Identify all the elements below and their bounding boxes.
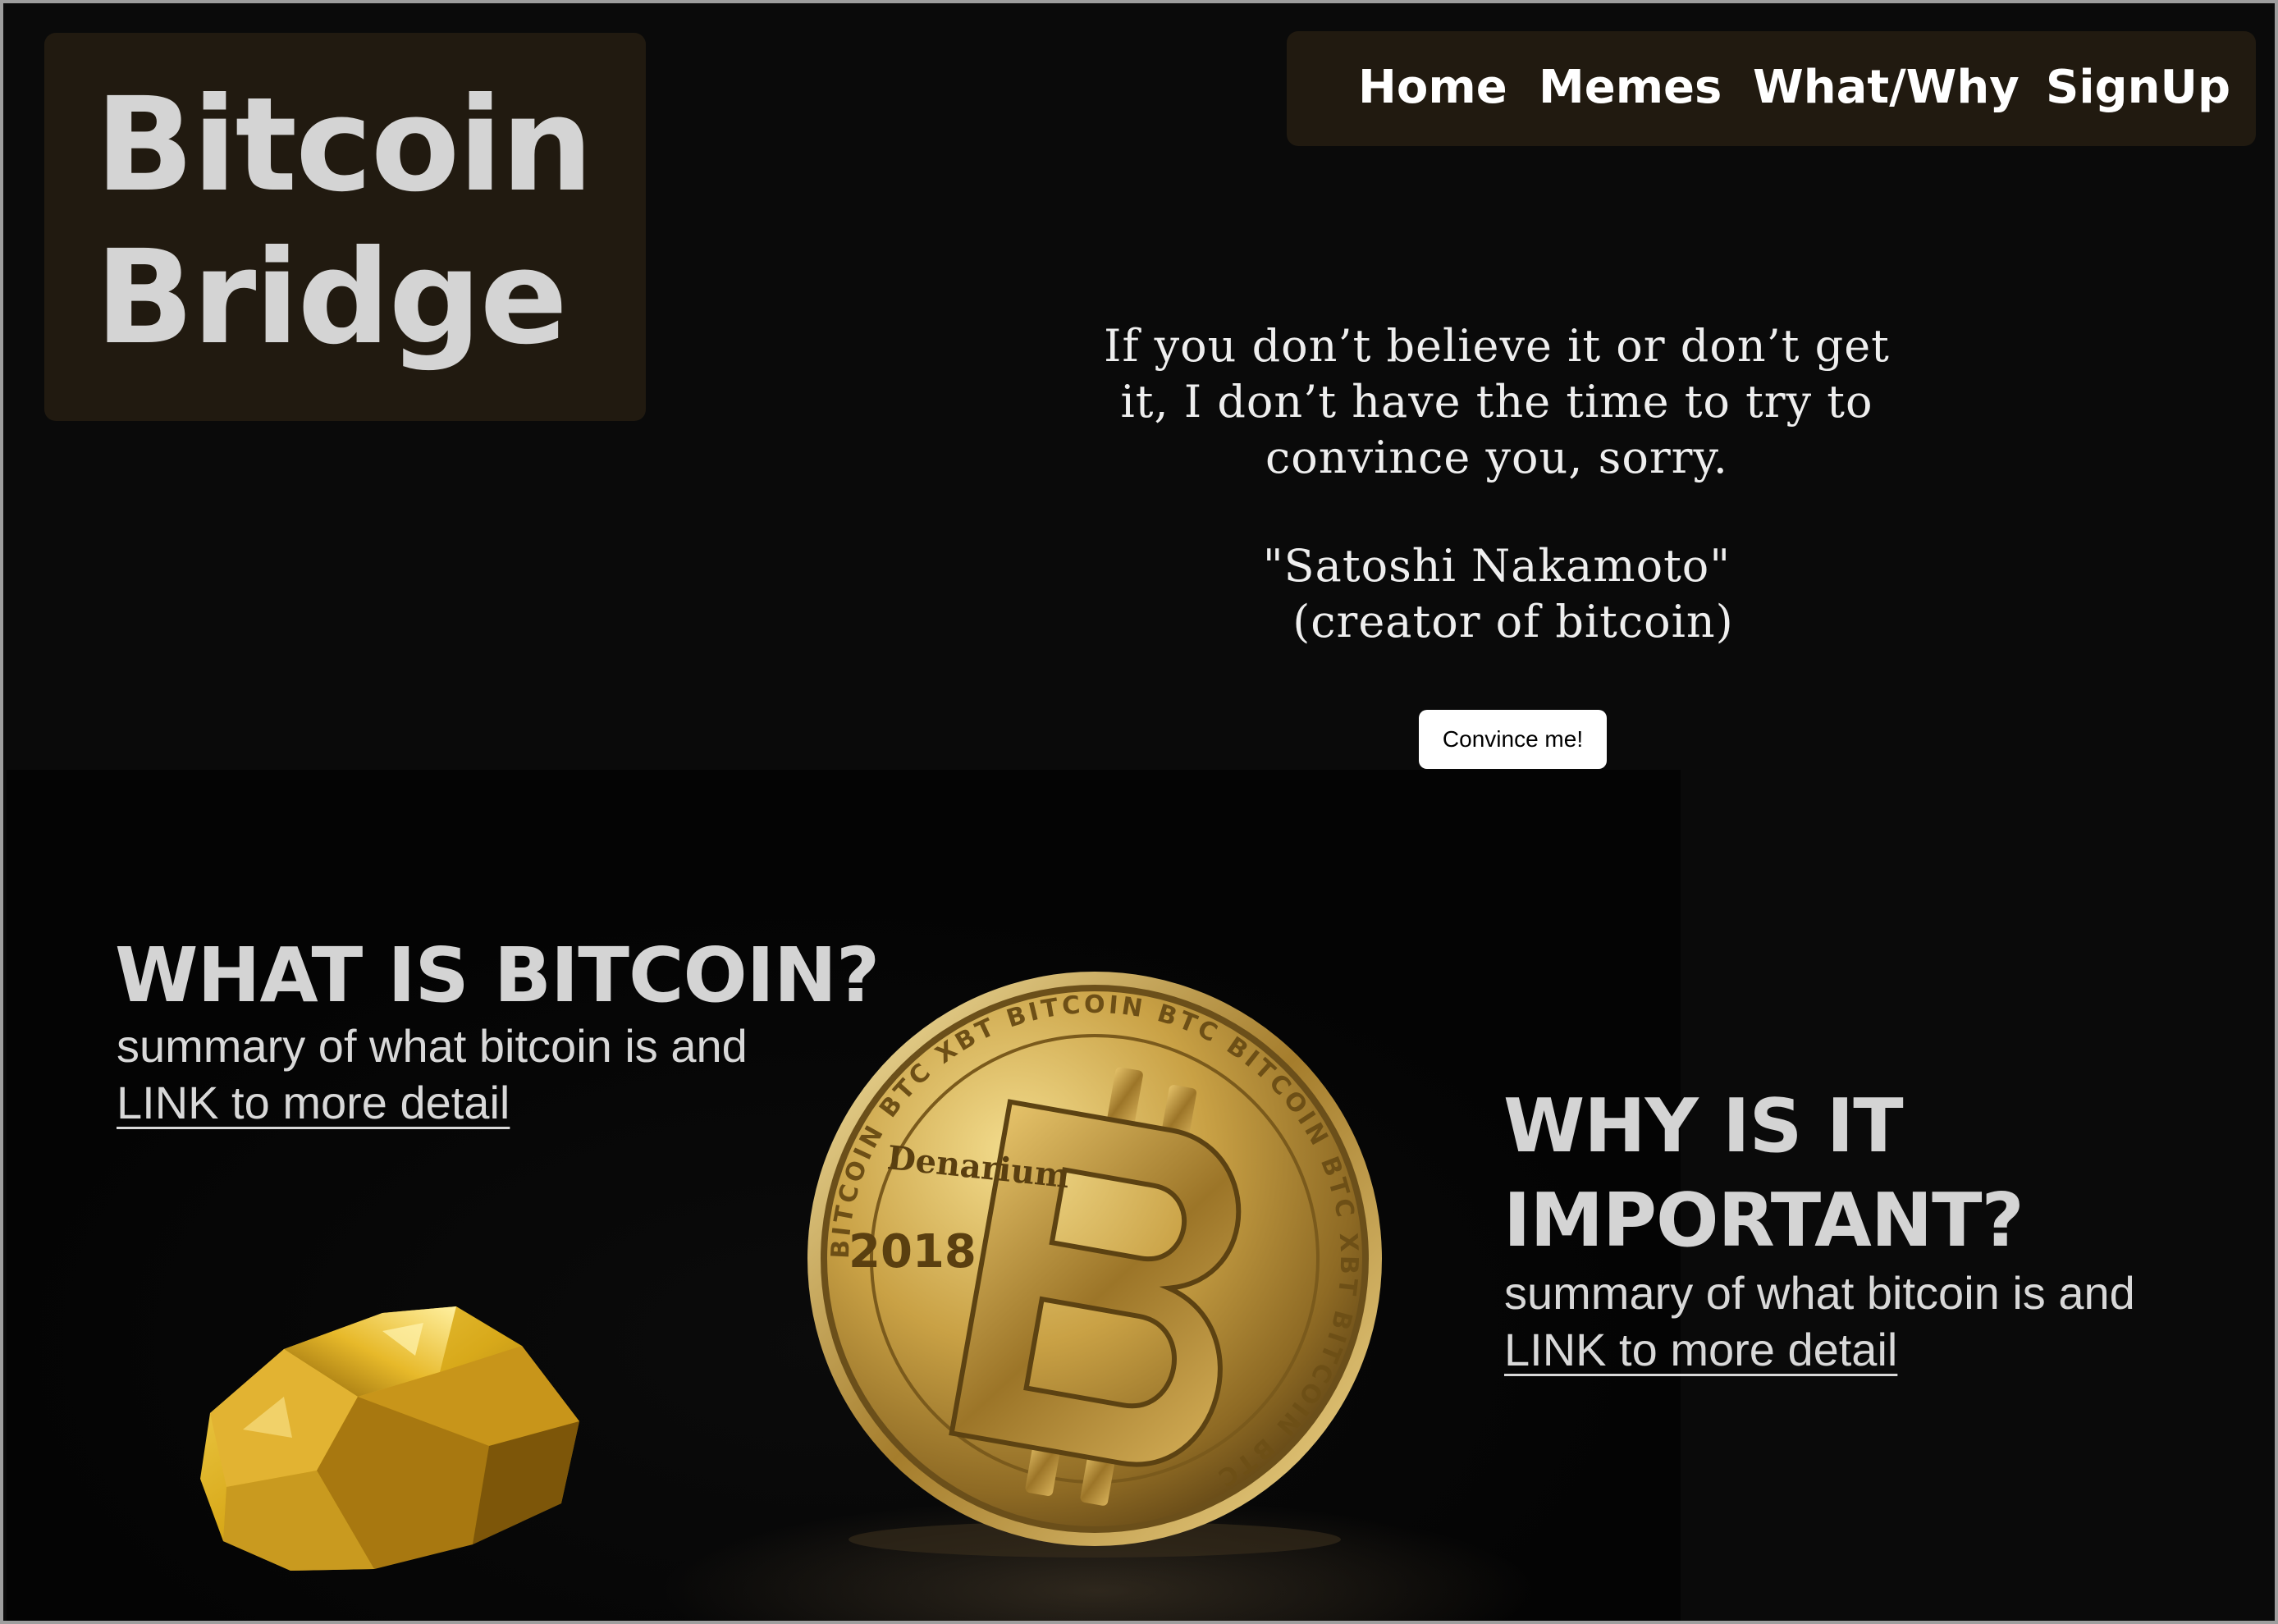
- why-important-heading-line1: WHY IS IT: [1503, 1083, 1904, 1169]
- site-title: Bitcoin Bridge: [95, 70, 593, 373]
- what-is-bitcoin-heading: WHAT IS BITCOIN?: [115, 931, 880, 1019]
- bitcoin-coin-icon: BITCOIN BTC XBT BITCOIN BTC BITCOIN BTC …: [807, 972, 1382, 1558]
- hero-quote: If you don’t believe it or don’t get it,…: [1104, 320, 1890, 483]
- brand-panel: Bitcoin Bridge: [44, 33, 646, 421]
- convince-me-button[interactable]: Convince me!: [1419, 710, 1607, 769]
- nav-link-home[interactable]: Home: [1358, 61, 1507, 115]
- why-important-summary: summary of what bitcoin is and: [1504, 1267, 2135, 1319]
- coin-year-text: 2018: [849, 1225, 977, 1279]
- quote-author-caption: (creator of bitcoin): [1292, 596, 1734, 647]
- nav-link-what-why[interactable]: What/Why: [1753, 61, 2020, 115]
- what-is-bitcoin-summary: summary of what bitcoin is and: [117, 1020, 748, 1072]
- why-important-heading-line2: IMPORTANT?: [1503, 1178, 2024, 1264]
- why-important-detail-link[interactable]: LINK to more detail: [1504, 1321, 1897, 1379]
- nav-link-memes[interactable]: Memes: [1539, 61, 1722, 115]
- gold-nugget-icon: [200, 1306, 579, 1571]
- what-is-bitcoin-detail-link[interactable]: LINK to more detail: [117, 1074, 510, 1132]
- main-nav: Home Memes What/Why SignUp: [1287, 31, 2256, 146]
- page: Bitcoin Bridge Home Memes What/Why SignU…: [0, 0, 2278, 1624]
- quote-author: "Satoshi Nakamoto": [1262, 540, 1731, 592]
- nav-link-signup[interactable]: SignUp: [2046, 61, 2230, 115]
